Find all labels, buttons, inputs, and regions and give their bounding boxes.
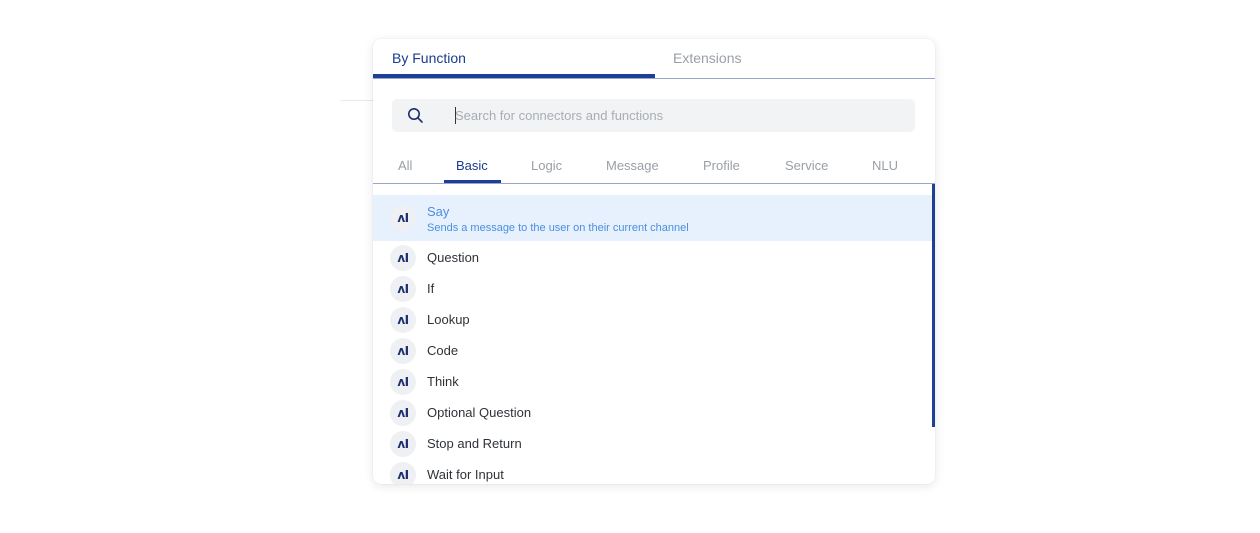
list-scrollbar[interactable] <box>932 184 935 427</box>
background-divider <box>340 100 374 101</box>
function-icon: ʌI <box>390 369 416 395</box>
list-item-say[interactable]: ʌI Say Sends a message to the user on th… <box>373 195 932 241</box>
function-icon: ʌI <box>390 400 416 426</box>
function-name: Stop and Return <box>427 436 522 451</box>
list-item-wait-for-input[interactable]: ʌI Wait for Input <box>373 460 932 484</box>
function-icon: ʌI <box>390 245 416 271</box>
tab-basic[interactable]: Basic <box>456 158 488 173</box>
category-tab-bar: All Basic Logic Message Profile Service … <box>373 155 935 184</box>
function-list: ʌI Say Sends a message to the user on th… <box>373 184 935 484</box>
tab-by-function[interactable]: By Function <box>392 39 466 78</box>
search-icon <box>408 108 423 123</box>
function-picker-panel: By Function Extensions All Basic Logic M… <box>373 39 935 484</box>
active-category-indicator <box>444 180 501 183</box>
function-icon: ʌI <box>390 307 416 333</box>
tab-logic[interactable]: Logic <box>531 158 562 173</box>
function-name: Wait for Input <box>427 467 504 482</box>
list-item-if[interactable]: ʌI If <box>373 274 932 304</box>
tab-profile[interactable]: Profile <box>703 158 740 173</box>
tab-nlu[interactable]: NLU <box>872 158 898 173</box>
list-item-think[interactable]: ʌI Think <box>373 367 932 397</box>
search-input[interactable] <box>455 99 895 132</box>
function-name: Say <box>427 204 450 219</box>
list-item-stop-and-return[interactable]: ʌI Stop and Return <box>373 429 932 459</box>
function-icon: ʌI <box>390 462 416 484</box>
function-icon: ʌI <box>390 205 416 231</box>
list-item-code[interactable]: ʌI Code <box>373 336 932 366</box>
function-icon: ʌI <box>390 276 416 302</box>
function-name: Think <box>427 374 459 389</box>
function-icon: ʌI <box>390 338 416 364</box>
list-item-question[interactable]: ʌI Question <box>373 243 932 273</box>
function-description: Sends a message to the user on their cur… <box>427 222 689 234</box>
tab-service[interactable]: Service <box>785 158 828 173</box>
search-box[interactable] <box>392 99 915 132</box>
function-icon: ʌI <box>390 431 416 457</box>
function-name: If <box>427 281 435 296</box>
function-name: Code <box>427 343 459 358</box>
list-item-optional-question[interactable]: ʌI Optional Question <box>373 398 932 428</box>
tab-all[interactable]: All <box>398 158 412 173</box>
function-name: Question <box>427 250 480 265</box>
function-name: Optional Question <box>427 405 532 420</box>
active-tab-indicator <box>373 74 655 78</box>
tab-extensions[interactable]: Extensions <box>673 39 741 78</box>
top-tab-bar: By Function Extensions <box>373 39 935 79</box>
tab-message[interactable]: Message <box>606 158 659 173</box>
function-name: Lookup <box>427 312 470 327</box>
list-item-lookup[interactable]: ʌI Lookup <box>373 305 932 335</box>
